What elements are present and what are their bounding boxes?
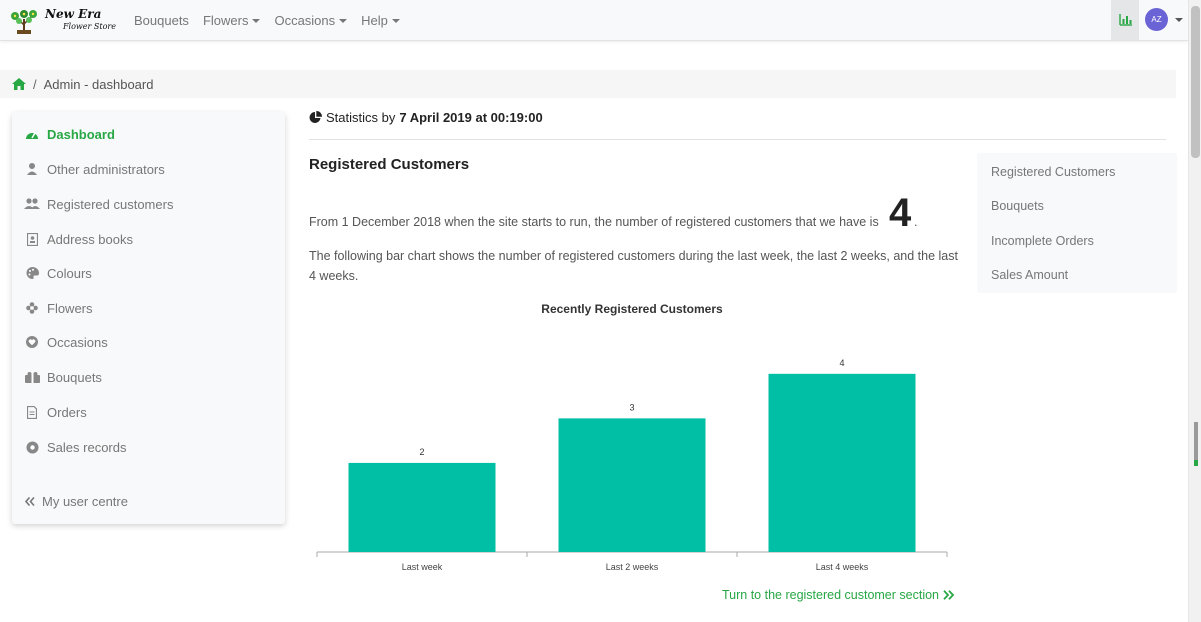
users-icon (24, 197, 40, 211)
sidebar-item-label: Orders (47, 404, 87, 420)
nav-bouquets[interactable]: Bouquets (134, 13, 189, 28)
sidebar-item-label: Registered customers (47, 196, 174, 212)
index-link-bouquets[interactable]: Bouquets (991, 199, 1044, 213)
index-link-incomplete-orders[interactable]: Incomplete Orders (991, 234, 1094, 248)
user-centre-label: My user centre (42, 493, 128, 509)
caret-down-icon (252, 19, 261, 24)
caret-down-icon (391, 19, 400, 24)
nav-help-label: Help (361, 12, 388, 28)
sidebar-item-registered-customers[interactable]: Registered customers (24, 194, 173, 214)
sidebar-item-label: Dashboard (47, 126, 115, 142)
section-index-panel: Registered Customers Bouquets Incomplete… (977, 153, 1177, 293)
scroll-marker-active (1194, 460, 1198, 466)
registered-customers-link[interactable]: Turn to the registered customer section (722, 588, 954, 602)
nav-flowers-label: Flowers (202, 12, 249, 28)
bar-data-label: 3 (629, 402, 634, 412)
sidebar-item-bouquets[interactable]: Bouquets (24, 367, 102, 387)
top-navbar: New Era Flower Store Bouquets Flowers Oc… (0, 0, 1188, 41)
statistics-date: 7 April 2019 at 00:19:00 (399, 110, 543, 125)
pie-chart-icon (309, 111, 322, 123)
bar-data-label: 4 (839, 358, 844, 368)
bar-chart-icon (1118, 14, 1132, 26)
heart-icon (24, 335, 40, 349)
gift-icon (24, 370, 40, 384)
page-scrollbar[interactable] (1188, 0, 1201, 622)
statistics-button[interactable] (1111, 0, 1139, 40)
bar (348, 462, 496, 552)
sidebar-item-colours[interactable]: Colours (24, 263, 92, 283)
sidebar-item-other-administrators[interactable]: Other administrators (24, 159, 165, 179)
sidebar-item-label: Address books (47, 231, 133, 247)
index-link-sales-amount[interactable]: Sales Amount (991, 268, 1068, 282)
breadcrumb: / Admin - dashboard (0, 70, 1176, 98)
sidebar-item-sales-records[interactable]: Sales records (24, 437, 126, 457)
document-icon (24, 405, 40, 419)
registered-customers-link-label: Turn to the registered customer section (722, 588, 939, 602)
address-book-icon (24, 232, 40, 246)
flower-logo-icon (11, 10, 37, 34)
nav-occasions-dropdown[interactable]: Occasions (274, 12, 348, 28)
statistics-header: Statistics by 7 April 2019 at 00:19:00 (309, 110, 543, 125)
bar (768, 373, 916, 552)
sidebar-item-label: Sales records (47, 439, 127, 455)
sidebar-item-address-books[interactable]: Address books (24, 229, 133, 249)
brand-title: New Era (45, 7, 102, 21)
sidebar-item-dashboard[interactable]: Dashboard (24, 124, 115, 144)
sidebar-item-label: Other administrators (47, 161, 165, 177)
divider (309, 139, 1166, 140)
brand-subtitle: Flower Store (63, 22, 116, 31)
statistics-prefix: Statistics by (326, 110, 396, 125)
flower-icon (24, 301, 40, 315)
home-icon[interactable] (12, 78, 26, 90)
section-title: Registered Customers (309, 156, 470, 173)
double-chevron-right-icon (943, 590, 954, 600)
customer-count-text: From 1 December 2018 when the site start… (309, 215, 879, 229)
chart-description: The following bar chart shows the number… (309, 249, 958, 283)
nav-help-dropdown[interactable]: Help (361, 13, 400, 28)
double-chevron-left-icon (24, 494, 36, 508)
caret-down-icon (339, 19, 348, 24)
dashboard-icon (24, 127, 40, 141)
sidebar-item-label: Bouquets (47, 369, 102, 385)
sentence-period: . (914, 215, 918, 229)
breadcrumb-separator: / (33, 76, 37, 92)
sidebar-item-flowers[interactable]: Flowers (24, 298, 93, 318)
bar-data-label: 2 (419, 447, 424, 457)
customer-count-value: 4 (889, 191, 912, 235)
nav-bouquets-label: Bouquets (134, 12, 189, 28)
sidebar-item-label: Flowers (47, 300, 93, 316)
palette-icon (24, 266, 40, 280)
user-icon (24, 162, 40, 176)
x-tick-label: Last 2 weeks (606, 562, 659, 572)
chart-title: Recently Registered Customers (541, 302, 723, 316)
admin-sidebar: Dashboard Other administrators Registere… (12, 112, 285, 524)
sidebar-item-orders[interactable]: Orders (24, 402, 87, 422)
index-link-registered-customers[interactable]: Registered Customers (991, 165, 1115, 179)
sidebar-item-label: Colours (47, 265, 92, 281)
brand-logo[interactable]: New Era Flower Store (8, 5, 118, 35)
user-avatar[interactable]: AZ (1145, 8, 1168, 31)
registered-customers-bar-chart: Recently Registered Customers 2 Last week 3… (316, 302, 948, 572)
x-tick-label: Last week (402, 562, 443, 572)
bar (558, 418, 706, 552)
breadcrumb-current: Admin - dashboard (43, 76, 154, 92)
record-icon (24, 440, 40, 454)
sidebar-item-label: Occasions (47, 334, 108, 350)
x-tick-label: Last 4 weeks (816, 562, 869, 572)
sidebar-item-occasions[interactable]: Occasions (24, 332, 108, 352)
nav-menu: Bouquets Flowers Occasions Help (134, 0, 400, 40)
user-menu-caret-icon[interactable] (1175, 18, 1183, 22)
scrollbar-thumb[interactable] (1191, 6, 1200, 158)
sidebar-user-centre[interactable]: My user centre (24, 491, 128, 511)
nav-occasions-label: Occasions (274, 12, 336, 28)
nav-flowers-dropdown[interactable]: Flowers (203, 13, 261, 28)
